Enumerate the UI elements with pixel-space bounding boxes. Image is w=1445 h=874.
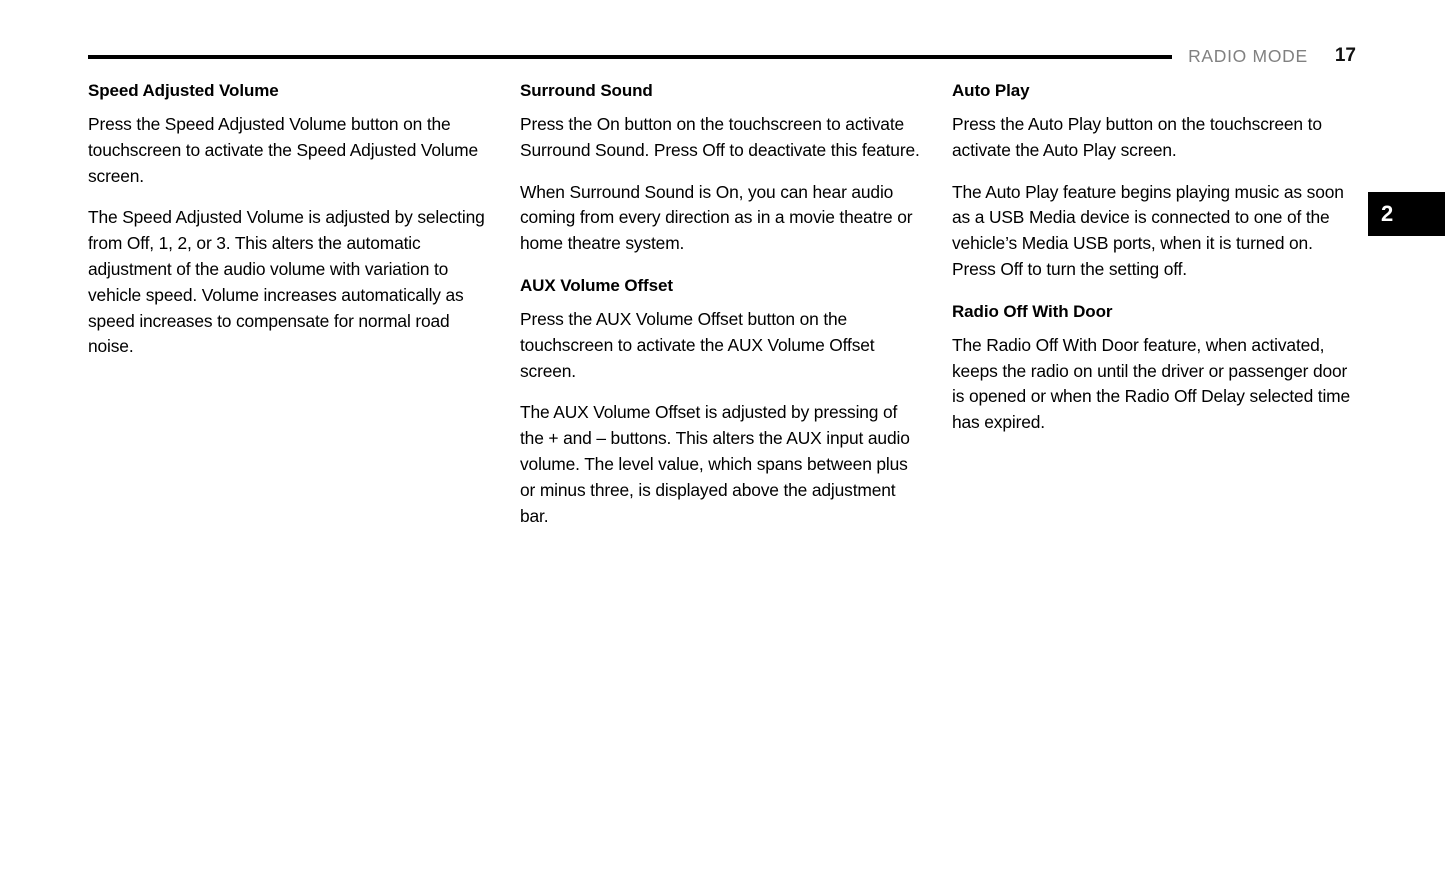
- body-paragraph: The Auto Play feature begins playing mus…: [952, 181, 1344, 279]
- section-heading: AUX Volume Offset: [520, 275, 673, 295]
- chapter-number: 2: [1381, 201, 1394, 226]
- chapter-thumb-tab: 2: [1368, 192, 1445, 236]
- body-paragraph: Press the AUX Volume Offset button on th…: [520, 308, 875, 381]
- body-paragraph: Press the Speed Adjusted Volume button o…: [88, 114, 479, 186]
- body-paragraph: The Radio Off With Door feature, when ac…: [952, 334, 1351, 433]
- page-number: 17: [1334, 45, 1356, 66]
- body-paragraph: Press the On button on the touchscreen t…: [520, 114, 920, 160]
- body-paragraph: Press the Auto Play button on the touchs…: [952, 114, 1322, 160]
- running-head-title: RADIO MODE: [1188, 46, 1308, 66]
- page-header: RADIO MODE 17: [88, 34, 1356, 68]
- section-heading: Speed Adjusted Volume: [88, 81, 279, 100]
- header-rule: [88, 55, 1173, 59]
- section-heading: Auto Play: [952, 81, 1030, 100]
- manual-page: RADIO MODE 17 2 Speed Adjusted Volume Pre…: [0, 0, 1445, 874]
- text-column-1: Speed Adjusted Volume Press the Speed Adj…: [88, 80, 488, 529]
- body-paragraph: When Surround Sound is On, you can hear …: [520, 181, 913, 254]
- section-heading: Radio Off With Door: [952, 301, 1113, 321]
- body-paragraph: The Speed Adjusted Volume is adjusted by…: [88, 207, 485, 357]
- text-column-3: Auto Play Press the Auto Play button on t…: [952, 80, 1352, 529]
- body-paragraph: The AUX Volume Offset is adjusted by pre…: [520, 402, 910, 526]
- text-column-2: Surround Sound Press the On button on the…: [520, 80, 920, 529]
- section-heading: Surround Sound: [520, 81, 653, 100]
- content-columns: Speed Adjusted Volume Press the Speed Adj…: [88, 80, 1358, 529]
